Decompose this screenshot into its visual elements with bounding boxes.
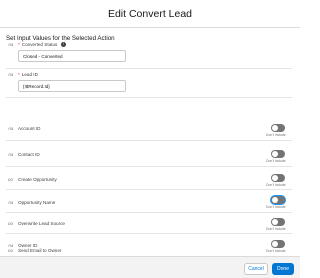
converted-status-label: Converted Status (21, 42, 58, 47)
toggle-caption: Don't Include (266, 227, 286, 231)
section-title: Set Input Values for the Selected Action (6, 35, 115, 42)
boolean-type-icon: oo (8, 248, 13, 253)
cancel-button[interactable]: Cancel (244, 263, 268, 275)
divider (6, 233, 292, 234)
contact-id-label: Contact ID (18, 152, 40, 157)
overwrite-lead-source-toggle-wrap: Don't Include (266, 218, 294, 231)
divider (6, 166, 292, 167)
account-id-toggle-wrap: Don't Include (266, 124, 294, 137)
contact-id-toggle[interactable] (271, 150, 285, 158)
converted-status-label-row: Aa * Converted Status i (8, 42, 67, 47)
done-button[interactable]: Done (272, 263, 294, 275)
account-id-label: Account ID (18, 126, 41, 131)
opportunity-name-toggle[interactable] (271, 196, 285, 204)
lead-id-label: Lead ID (21, 72, 38, 77)
create-opportunity-row-label: oo Create Opportunity (8, 177, 57, 182)
account-id-toggle[interactable] (271, 124, 285, 132)
overwrite-lead-source-toggle[interactable] (271, 218, 285, 226)
boolean-type-icon: oo (8, 177, 13, 182)
divider (6, 97, 292, 98)
modal-title: Edit Convert Lead (107, 7, 193, 20)
send-email-to-owner-row-label: oo Send Email to Owner (8, 248, 61, 253)
create-opportunity-toggle-wrap: Don't Include (266, 174, 294, 187)
toggle-caption: Don't Include (266, 133, 286, 137)
create-opportunity-toggle[interactable] (271, 174, 285, 182)
opportunity-name-row-label: Aa Opportunity Name (8, 200, 55, 205)
text-type-icon: Aa (8, 42, 14, 47)
toggle-caption: Don't Include (266, 205, 286, 209)
overwrite-lead-source-row-label: oo Overwrite Lead Source (8, 221, 65, 226)
account-id-row-label: Aa Account ID (8, 126, 40, 131)
required-marker: * (18, 42, 20, 47)
send-email-to-owner-label: Send Email to Owner (18, 248, 62, 253)
converted-status-input[interactable]: Closed - Converted (18, 50, 126, 62)
toggle-caption: Don't Include (266, 159, 286, 163)
modal-header: Edit Convert Lead (0, 0, 300, 28)
toggle-caption: Don't Include (266, 183, 286, 187)
owner-id-toggle-wrap: Don't Include (266, 240, 294, 253)
required-marker: * (18, 72, 20, 77)
divider (6, 212, 292, 213)
modal-footer: oo Send Email to Owner Cancel Done (0, 248, 300, 278)
owner-id-toggle[interactable] (271, 240, 285, 248)
text-type-icon: Aa (8, 126, 14, 131)
lead-id-label-row: Aa * Lead ID (8, 72, 38, 77)
text-type-icon: Aa (8, 200, 14, 205)
toggle-caption: Don't Include (266, 249, 286, 253)
lead-id-input[interactable]: {!$Record.Id} (18, 80, 126, 92)
divider (6, 140, 292, 141)
opportunity-name-toggle-wrap: Don't Include (266, 196, 294, 209)
overwrite-lead-source-label: Overwrite Lead Source (18, 221, 65, 226)
text-type-icon: Aa (8, 72, 14, 77)
divider (6, 189, 292, 190)
opportunity-name-label: Opportunity Name (18, 200, 56, 205)
boolean-type-icon: oo (8, 221, 13, 226)
text-type-icon: Aa (8, 152, 14, 157)
info-icon[interactable]: i (61, 42, 67, 47)
contact-id-toggle-wrap: Don't Include (266, 150, 294, 163)
create-opportunity-label: Create Opportunity (18, 177, 57, 182)
divider (6, 68, 292, 69)
contact-id-row-label: Aa Contact ID (8, 152, 40, 157)
